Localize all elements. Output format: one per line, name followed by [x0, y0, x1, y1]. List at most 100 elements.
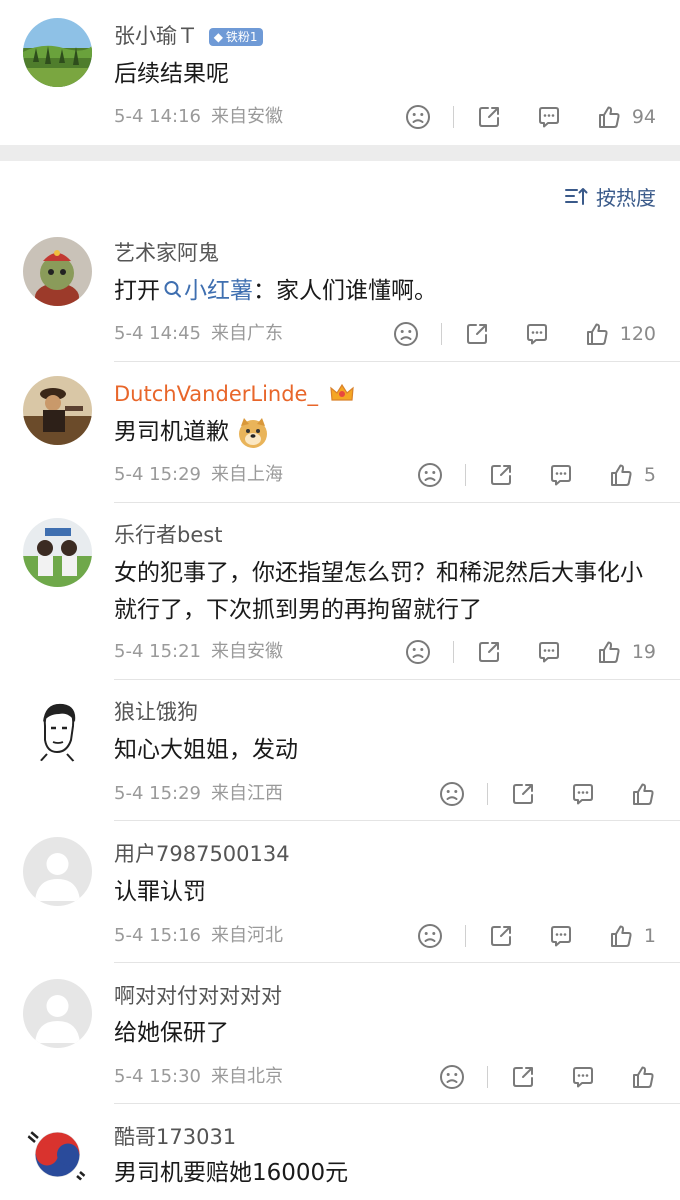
comment-item: 艺术家阿鬼 打开 小红薯：家人们谁懂啊。 5-4 14:45 来自广东 120: [0, 225, 680, 362]
comment-text: 认罪认罚: [114, 879, 206, 905]
post-location: 来自安徽: [211, 106, 283, 127]
frown-icon[interactable]: [417, 923, 443, 949]
divider: [452, 106, 454, 128]
like-button[interactable]: 19: [596, 639, 656, 665]
comment-text: 女的犯事了，你还指望怎么罚？和稀泥然后大事化小就行了，下次抓到男的再拘留就行了: [114, 560, 643, 623]
avatar[interactable]: [23, 518, 92, 587]
comment-text: 男司机要赔她16000元: [114, 1160, 349, 1186]
comment-username[interactable]: 狼让饿狗: [114, 699, 198, 725]
comment-meta: 5-4 15:30 来自北京: [114, 1066, 283, 1087]
avatar[interactable]: [23, 979, 92, 1048]
like-button[interactable]: [630, 781, 656, 807]
thumbs-up-icon: [608, 923, 634, 949]
frown-icon[interactable]: [417, 462, 443, 488]
like-button[interactable]: 1: [608, 923, 656, 949]
comment-meta: 5-4 14:45 来自广东: [114, 323, 283, 344]
comment-item: 狼让饿狗 知心大姐姐，发动 5-4 15:29 来自江西: [0, 680, 680, 821]
post: 张小瑜Ｔ ◆ 铁粉1 后续结果呢 5-4 14:16 来自安徽 94: [0, 0, 680, 145]
like-count: 120: [619, 323, 656, 345]
thumbs-up-icon: [630, 781, 656, 807]
post-actions: 94: [405, 102, 656, 132]
post-date: 5-4 14:16: [114, 106, 201, 127]
comment-username[interactable]: 乐行者best: [114, 522, 222, 548]
comment-icon[interactable]: [570, 1064, 596, 1090]
comment-item: 用户7987500134 认罪认罚 5-4 15:16 来自河北 1: [0, 821, 680, 963]
comment-actions: 120: [393, 319, 656, 349]
sort-button[interactable]: 按热度: [564, 181, 656, 211]
frown-icon[interactable]: [393, 321, 419, 347]
like-button[interactable]: 94: [596, 104, 656, 130]
comment-item: 乐行者best 女的犯事了，你还指望怎么罚？和稀泥然后大事化小就行了，下次抓到男…: [0, 503, 680, 680]
thumbs-up-icon: [596, 639, 622, 665]
like-button[interactable]: 120: [584, 321, 656, 347]
post-username[interactable]: 张小瑜Ｔ ◆ 铁粉1: [114, 23, 263, 49]
frown-icon[interactable]: [439, 1064, 465, 1090]
comment-icon[interactable]: [524, 321, 550, 347]
like-count: 5: [643, 464, 656, 486]
sort-label: 按热度: [596, 185, 656, 210]
comment-actions: 5: [417, 460, 656, 490]
avatar[interactable]: [23, 837, 92, 906]
like-count: 94: [631, 106, 656, 128]
comment-username[interactable]: 啊对对付对对对对: [114, 983, 282, 1009]
comment-username[interactable]: 艺术家阿鬼: [114, 240, 219, 266]
comment-icon[interactable]: [536, 104, 562, 130]
comment-text: 男司机道歉: [114, 414, 660, 451]
frown-icon[interactable]: [405, 104, 431, 130]
search-icon: [164, 281, 181, 298]
post-text: 后续结果呢: [114, 61, 229, 87]
doge-emoji: [239, 417, 268, 448]
share-icon[interactable]: [464, 321, 490, 347]
comment-username[interactable]: 酷哥173031: [114, 1124, 236, 1150]
comment-actions: [439, 1062, 656, 1092]
comment-text: 打开 小红薯：家人们谁懂啊。: [114, 278, 437, 304]
comment-item: 啊对对付对对对对 给她保研了 5-4 15:30 来自北京: [0, 963, 680, 1104]
comment-username[interactable]: DutchVanderLinde_: [114, 381, 355, 407]
fan-badge: ◆ 铁粉1: [208, 28, 263, 46]
comment-actions: [439, 779, 656, 809]
avatar[interactable]: [23, 376, 92, 445]
share-icon[interactable]: [488, 923, 514, 949]
share-icon[interactable]: [510, 781, 536, 807]
comment-meta: 5-4 15:16 来自河北: [114, 925, 283, 946]
comment-text: 给她保研了: [114, 1020, 229, 1046]
thumbs-up-icon: [630, 1064, 656, 1090]
comment-actions: 19: [405, 637, 656, 667]
like-count: 19: [631, 641, 656, 663]
comment-item: DutchVanderLinde_ 男司机道歉 5-4 15:29 来自上海 5: [0, 362, 680, 503]
divider: [487, 783, 488, 805]
comment-icon[interactable]: [570, 781, 596, 807]
comment-item: 酷哥173031 男司机要赔她16000元: [0, 1104, 680, 1200]
comment-icon[interactable]: [536, 639, 562, 665]
avatar[interactable]: [23, 237, 92, 306]
thumbs-up-icon: [596, 104, 622, 130]
diamond-icon: ◆: [213, 30, 223, 44]
comment-icon[interactable]: [548, 462, 574, 488]
like-button[interactable]: 5: [608, 462, 656, 488]
share-icon[interactable]: [476, 104, 502, 130]
like-button[interactable]: [630, 1064, 656, 1090]
crown-icon: [329, 383, 354, 401]
comment-username[interactable]: 用户7987500134: [114, 841, 290, 867]
thumbs-up-icon: [584, 321, 610, 347]
share-icon[interactable]: [476, 639, 502, 665]
comment-icon[interactable]: [548, 923, 574, 949]
like-count: 1: [643, 925, 656, 947]
comment-meta: 5-4 15:29 来自江西: [114, 783, 283, 804]
section-divider: [0, 145, 680, 161]
comment-meta: 5-4 15:21 来自安徽: [114, 641, 283, 662]
frown-icon[interactable]: [405, 639, 431, 665]
divider: [464, 925, 466, 947]
sort-icon: [565, 188, 588, 205]
frown-icon[interactable]: [439, 781, 465, 807]
comment-actions: 1: [417, 921, 656, 951]
share-icon[interactable]: [488, 462, 514, 488]
avatar[interactable]: [23, 1120, 92, 1189]
share-icon[interactable]: [510, 1064, 536, 1090]
avatar[interactable]: [23, 18, 92, 87]
comment-meta: 5-4 15:29 来自上海: [114, 464, 283, 485]
post-meta: 5-4 14:16 来自安徽: [114, 105, 283, 129]
avatar[interactable]: [23, 696, 92, 765]
divider: [464, 464, 466, 486]
search-link[interactable]: 小红薯: [160, 278, 253, 304]
